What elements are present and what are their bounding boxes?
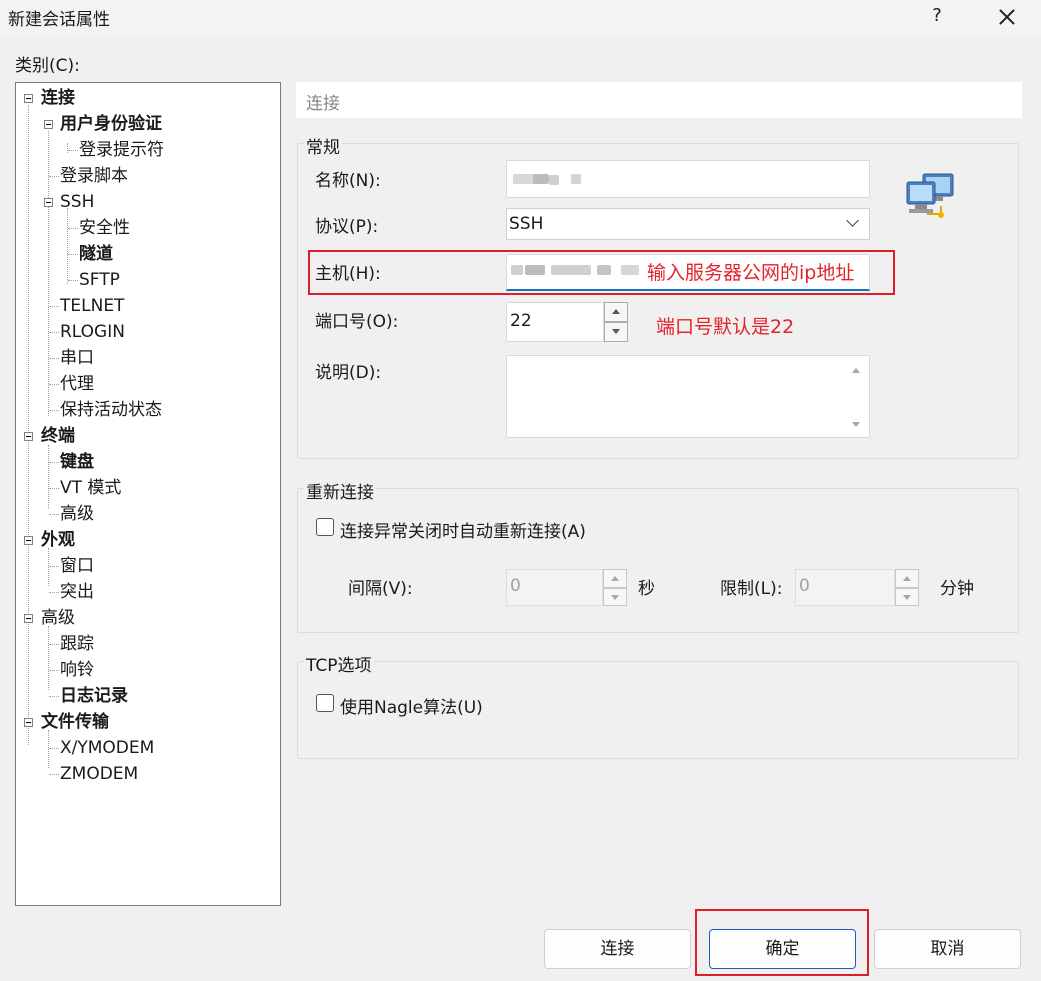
tree-item-advanced[interactable]: 高级 <box>41 605 75 631</box>
limit-label: 限制(L): <box>720 579 783 599</box>
tree-item-vt-mode[interactable]: VT 模式 <box>60 475 121 501</box>
tree-item-telnet[interactable]: TELNET <box>60 293 124 319</box>
host-annotation: 输入服务器公网的ip地址 <box>647 262 855 284</box>
scroll-up-icon[interactable] <box>852 368 860 373</box>
protocol-label: 协议(P): <box>315 217 379 237</box>
tree-item-rlogin[interactable]: RLOGIN <box>60 319 125 345</box>
arrow-down-icon <box>611 595 619 600</box>
limit-input[interactable]: 0 <box>795 569 895 606</box>
nagle-label: 使用Nagle算法(U) <box>340 698 483 718</box>
tree-item-trace[interactable]: 跟踪 <box>60 631 94 657</box>
scroll-down-icon[interactable] <box>852 422 860 427</box>
section-title: 连接 <box>306 94 340 114</box>
tree-item-highlight[interactable]: 突出 <box>60 579 94 605</box>
port-annotation: 端口号默认是22 <box>656 316 795 338</box>
arrow-down-icon <box>903 595 911 600</box>
port-input[interactable]: 22 <box>506 302 604 342</box>
nagle-checkbox[interactable] <box>316 694 334 712</box>
ok-highlight-box <box>695 909 869 976</box>
interval-up-button[interactable] <box>603 569 627 588</box>
reconnect-group-title: 重新连接 <box>304 478 376 503</box>
arrow-up-icon <box>611 576 619 581</box>
auto-reconnect-label: 连接异常关闭时自动重新连接(A) <box>340 522 586 542</box>
collapse-icon[interactable] <box>24 432 33 441</box>
category-tree[interactable]: 连接 用户身份验证 登录提示符 登录脚本 SSH 安全性 隧道 SFTP TEL… <box>15 82 281 906</box>
collapse-icon[interactable] <box>44 120 53 129</box>
interval-label: 间隔(V): <box>348 579 413 599</box>
collapse-icon[interactable] <box>24 94 33 103</box>
tree-item-security[interactable]: 安全性 <box>79 215 130 241</box>
title-bar <box>0 0 1041 34</box>
cancel-button[interactable]: 取消 <box>874 929 1021 969</box>
reconnect-group <box>297 488 1019 633</box>
help-button[interactable]: ? <box>912 0 962 34</box>
tree-item-file-transfer[interactable]: 文件传输 <box>41 709 109 735</box>
limit-down-button[interactable] <box>895 588 919 606</box>
tree-item-serial[interactable]: 串口 <box>60 345 94 371</box>
protocol-value: SSH <box>509 214 544 234</box>
port-up-button[interactable] <box>604 302 628 322</box>
name-label: 名称(N): <box>315 171 381 191</box>
tree-item-sftp[interactable]: SFTP <box>79 267 120 293</box>
collapse-icon[interactable] <box>24 614 33 623</box>
tree-item-keepalive[interactable]: 保持活动状态 <box>60 397 162 423</box>
tree-item-xymodem[interactable]: X/YMODEM <box>60 735 154 761</box>
tree-item-connection[interactable]: 连接 <box>41 85 75 111</box>
description-input[interactable] <box>506 355 870 438</box>
tree-item-login-script[interactable]: 登录脚本 <box>60 163 128 189</box>
arrow-down-icon <box>612 329 620 334</box>
tree-item-terminal-advanced[interactable]: 高级 <box>60 501 94 527</box>
limit-value: 0 <box>799 576 810 596</box>
tree-item-login-prompt[interactable]: 登录提示符 <box>79 137 164 163</box>
close-icon[interactable] <box>980 0 1032 34</box>
section-header <box>296 82 1022 118</box>
protocol-select[interactable] <box>506 208 870 240</box>
interval-down-button[interactable] <box>603 588 627 606</box>
tree-item-ssh[interactable]: SSH <box>60 189 94 215</box>
general-group-title: 常规 <box>304 133 342 158</box>
window-title: 新建会话属性 <box>8 10 110 30</box>
tree-item-proxy[interactable]: 代理 <box>60 371 94 397</box>
port-value: 22 <box>510 311 532 331</box>
category-label: 类别(C): <box>15 56 80 76</box>
arrow-up-icon <box>903 576 911 581</box>
collapse-icon[interactable] <box>24 718 33 727</box>
arrow-up-icon <box>612 309 620 314</box>
description-label: 说明(D): <box>315 363 382 383</box>
tree-item-zmodem[interactable]: ZMODEM <box>60 761 138 787</box>
port-label: 端口号(O): <box>315 312 399 332</box>
tree-item-window[interactable]: 窗口 <box>60 553 94 579</box>
interval-value: 0 <box>510 576 521 596</box>
interval-unit: 秒 <box>638 579 655 599</box>
tree-item-auth[interactable]: 用户身份验证 <box>60 111 162 137</box>
name-input[interactable] <box>506 160 870 198</box>
connect-button[interactable]: 连接 <box>544 929 691 969</box>
limit-up-button[interactable] <box>895 569 919 588</box>
network-computers-icon <box>906 173 954 218</box>
auto-reconnect-checkbox[interactable] <box>316 518 334 536</box>
interval-input[interactable]: 0 <box>506 569 603 606</box>
tree-item-appearance[interactable]: 外观 <box>41 527 75 553</box>
collapse-icon[interactable] <box>24 536 33 545</box>
tree-item-terminal[interactable]: 终端 <box>41 423 75 449</box>
limit-unit: 分钟 <box>940 579 974 599</box>
tcp-group-title: TCP选项 <box>304 651 374 676</box>
tree-item-keyboard[interactable]: 键盘 <box>60 449 94 475</box>
tree-item-tunnel[interactable]: 隧道 <box>79 241 113 267</box>
tree-item-bell[interactable]: 响铃 <box>60 657 94 683</box>
collapse-icon[interactable] <box>44 198 53 207</box>
port-down-button[interactable] <box>604 322 628 342</box>
tree-item-logging[interactable]: 日志记录 <box>60 683 128 709</box>
